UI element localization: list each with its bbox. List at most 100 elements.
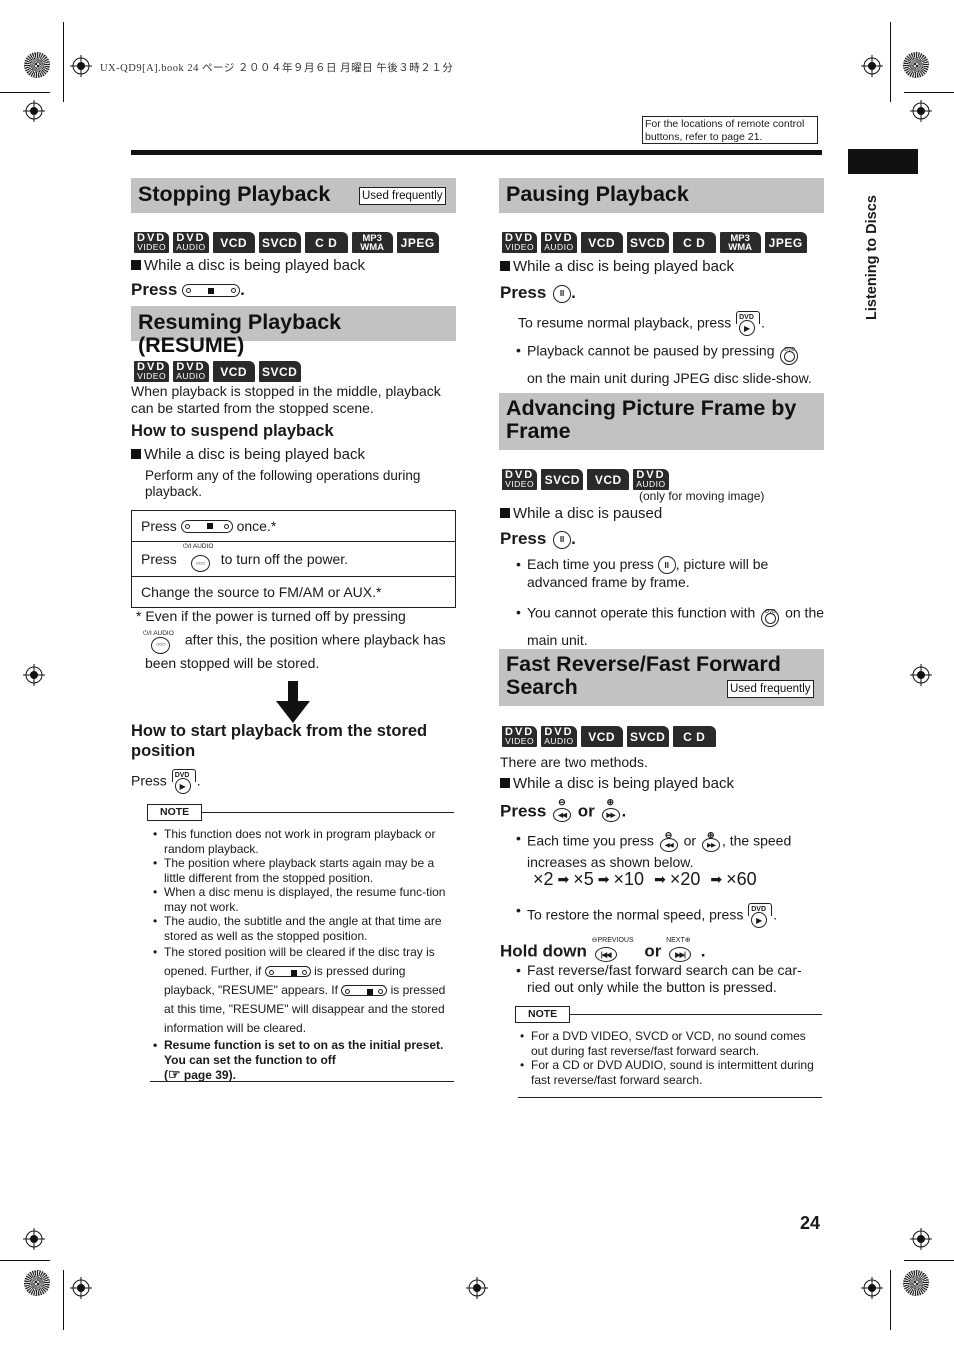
section-title: Pausing Playback bbox=[506, 182, 689, 206]
registration-mark bbox=[23, 100, 45, 122]
fast-notes: Each time you press ⊖◀◀ or ⊕▶▶, the spee… bbox=[515, 830, 825, 871]
registration-mark bbox=[466, 1277, 488, 1299]
start-heading: How to start playback from the stored po… bbox=[131, 722, 428, 760]
pausing-notes: Playback cannot be paused by pressing DV… bbox=[515, 338, 825, 390]
badge-jpeg: JPEG bbox=[396, 232, 439, 253]
speed-value: ×20 bbox=[669, 869, 701, 889]
printer-rosette-mark bbox=[903, 52, 929, 78]
restore-note: To restore the normal speed, press DVD▶. bbox=[515, 902, 825, 930]
press-instruction: Press II. bbox=[500, 283, 576, 303]
badge-svcd: SVCD bbox=[626, 232, 669, 253]
section-heading-pausing: Pausing Playback bbox=[499, 178, 824, 213]
power-audio-button-icon: ⏻/I AUDIO ○○○ bbox=[181, 543, 221, 573]
disc-badges: DVD VIDEO DVD AUDIO VCD SVCD C D MP3 WMA JP… bbox=[502, 232, 807, 253]
right-arrow-icon: ➡ bbox=[597, 871, 610, 887]
suspend-options-table: Press once.* Press ⏻/I AUDIO ○○○ to turn … bbox=[131, 510, 456, 608]
badge-dvd-audio: DVD AUDIO bbox=[173, 232, 209, 253]
start-press-instruction: Press DVD ▶. bbox=[131, 768, 201, 796]
pause-button-icon: II bbox=[657, 556, 676, 575]
note-label: NOTE bbox=[515, 1006, 571, 1023]
badge-vcd: VCD bbox=[580, 726, 623, 747]
badge-vcd: VCD bbox=[587, 469, 630, 490]
badge-mp3-wma: MP3 WMA bbox=[351, 232, 393, 253]
section-heading-resume: Resuming Playback (RESUME) bbox=[131, 306, 456, 357]
registration-mark bbox=[861, 55, 883, 77]
press-instruction: Press II. bbox=[500, 529, 576, 549]
crop-mark bbox=[0, 1260, 50, 1261]
reference-note: For the locations of remote control butt… bbox=[642, 116, 818, 144]
section-title: Stopping Playback bbox=[138, 182, 331, 206]
pause-button-icon: II bbox=[553, 284, 572, 303]
main-unit-dvd-button-icon: DVD bbox=[778, 338, 800, 366]
suspend-heading: How to suspend playback bbox=[131, 422, 334, 440]
badge-dvd-audio: DVD AUDIO bbox=[173, 361, 209, 382]
note-label: NOTE bbox=[147, 804, 203, 821]
section-title: Advancing Picture Frame by Frame bbox=[506, 396, 797, 443]
crop-mark bbox=[890, 1270, 891, 1330]
badge-vcd: VCD bbox=[212, 232, 255, 253]
fast-forward-button-icon: ⊕ ▶▶ bbox=[600, 797, 622, 824]
note-item: Each time you press II, picture will be … bbox=[515, 556, 825, 591]
fast-search-notes: For a DVD VIDEO, SVCD or VCD, no sound c… bbox=[519, 1029, 824, 1087]
registration-mark bbox=[861, 1277, 883, 1299]
badge-svcd: SVCD bbox=[258, 361, 301, 382]
crop-mark bbox=[63, 22, 64, 102]
note-item: Each time you press ⊖◀◀ or ⊕▶▶, the spee… bbox=[515, 830, 825, 871]
condition-text: While a disc is paused bbox=[500, 505, 662, 522]
right-arrow-icon: ➡ bbox=[710, 871, 723, 887]
speed-value: ×60 bbox=[726, 869, 757, 889]
page-number: 24 bbox=[800, 1213, 821, 1233]
note-end-rule bbox=[150, 1081, 454, 1082]
hold-note: Fast reverse/fast forward search can be … bbox=[515, 962, 815, 996]
square-bullet-icon bbox=[131, 449, 141, 459]
registration-mark bbox=[910, 664, 932, 686]
power-audio-button-icon: ⏻/I AUDIO ○○○ bbox=[141, 627, 181, 655]
press-instruction: Press ⊖ ◀◀ or ⊕ ▶▶. bbox=[500, 797, 626, 824]
footnote: * Even if the power is turned off by pre… bbox=[136, 608, 446, 671]
printer-rosette-mark bbox=[903, 1270, 929, 1296]
badge-svcd: SVCD bbox=[626, 726, 669, 747]
dvd-play-button-icon: DVD ▶ bbox=[171, 768, 197, 796]
square-bullet-icon bbox=[500, 508, 510, 518]
badge-svcd: SVCD bbox=[541, 469, 584, 490]
section-heading-fast-search: Fast Reverse/Fast Forward Search Used fr… bbox=[499, 649, 824, 706]
crop-mark bbox=[63, 1270, 64, 1330]
note-item: Resume function is set to on as the init… bbox=[152, 1038, 454, 1083]
advancing-notes: Each time you press II, picture will be … bbox=[515, 556, 825, 652]
note-header: NOTE bbox=[515, 1006, 822, 1023]
registration-mark bbox=[910, 1228, 932, 1250]
note-item: The stored position will be cleared if t… bbox=[152, 943, 454, 1038]
stop-button-icon bbox=[341, 985, 388, 997]
section-heading-advancing: Advancing Picture Frame by Frame bbox=[499, 393, 824, 450]
crop-mark bbox=[890, 22, 891, 102]
note-item: Fast reverse/fast forward search can be … bbox=[515, 962, 815, 996]
badge-cd: C D bbox=[672, 232, 716, 253]
condition-text: While a disc is being played back bbox=[131, 257, 365, 274]
disc-badges: DVD VIDEO DVD AUDIO VCD SVCD bbox=[134, 361, 301, 382]
badge-dvd-video: DVD VIDEO bbox=[502, 232, 538, 253]
note-item: The audio, the subtitle and the angle at… bbox=[152, 914, 454, 943]
note-header: NOTE bbox=[147, 804, 454, 821]
speed-value: ×5 bbox=[573, 869, 594, 889]
right-arrow-icon: ➡ bbox=[557, 871, 570, 887]
disc-badges: DVD VIDEO DVD AUDIO VCD SVCD C D bbox=[502, 726, 716, 747]
side-tab-label: Listening to Discs bbox=[864, 195, 880, 320]
badge-svcd: SVCD bbox=[258, 232, 301, 253]
badge-mp3-wma: MP3 WMA bbox=[719, 232, 761, 253]
badge-cd: C D bbox=[304, 232, 348, 253]
right-arrow-icon: ➡ bbox=[654, 871, 666, 887]
condition-text: While a disc is being played back bbox=[500, 775, 734, 792]
badge-note: (only for moving image) bbox=[639, 489, 765, 503]
used-frequently-label: Used frequently bbox=[727, 680, 814, 698]
used-frequently-label: Used frequently bbox=[359, 187, 446, 205]
dvd-play-button-icon: DVD ▶ bbox=[735, 310, 761, 338]
resume-normal-text: To resume normal playback, press DVD ▶. bbox=[518, 310, 765, 338]
section-heading-stopping: Stopping Playback Used frequently bbox=[131, 178, 456, 213]
fast-forward-button-icon: ⊕ ▶▶ bbox=[700, 830, 722, 854]
rewind-button-icon: ⊖ ◀◀ bbox=[658, 830, 680, 854]
note-rule bbox=[202, 812, 454, 813]
dvd-play-button-icon: DVD ▶ bbox=[747, 902, 773, 930]
side-tab-marker bbox=[848, 149, 918, 174]
note-item: This function does not work in program p… bbox=[152, 827, 454, 856]
registration-mark bbox=[70, 1277, 92, 1299]
